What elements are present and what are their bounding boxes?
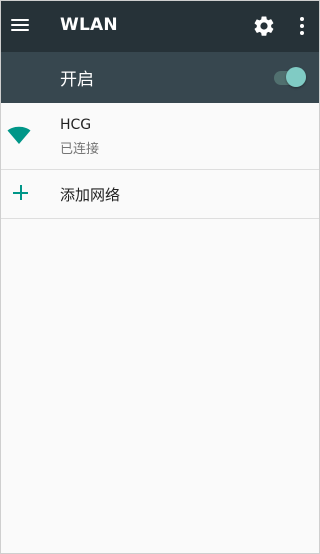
wlan-toggle[interactable] bbox=[274, 66, 308, 88]
toggle-thumb bbox=[286, 67, 306, 87]
wlan-switch-bar[interactable]: 开启 bbox=[0, 52, 320, 103]
page-title: WLAN bbox=[60, 15, 118, 35]
network-status: 已连接 bbox=[60, 142, 100, 157]
add-network-item[interactable]: 添加网络 bbox=[0, 170, 320, 219]
plus-icon bbox=[12, 184, 30, 202]
network-item[interactable]: HCG 已连接 bbox=[0, 103, 320, 170]
switch-label: 开启 bbox=[60, 70, 94, 90]
more-vert-icon[interactable] bbox=[292, 14, 312, 38]
network-name: HCG bbox=[60, 117, 92, 133]
add-network-label: 添加网络 bbox=[60, 186, 121, 204]
gear-icon[interactable] bbox=[252, 14, 276, 38]
app-bar: WLAN bbox=[0, 0, 320, 52]
menu-icon[interactable] bbox=[10, 14, 32, 36]
network-list: HCG 已连接 添加网络 bbox=[0, 103, 320, 219]
wifi-signal-icon bbox=[7, 126, 31, 144]
